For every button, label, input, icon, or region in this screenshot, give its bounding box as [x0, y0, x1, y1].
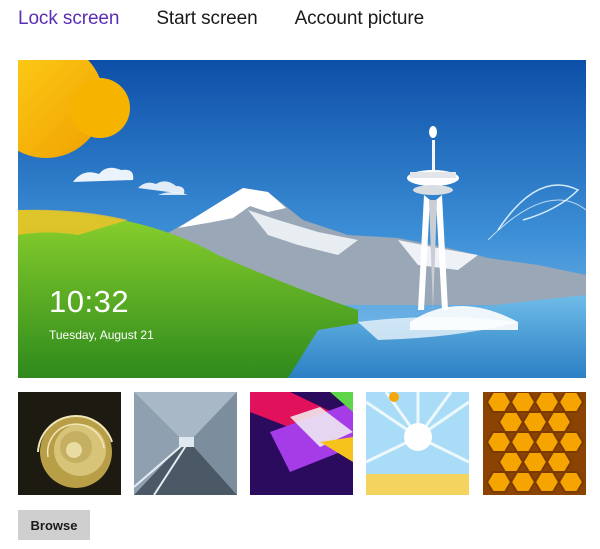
browse-button[interactable]: Browse [18, 510, 90, 540]
thumbnail-geometric-ribbons[interactable] [250, 392, 353, 495]
thumbnail-train-tunnel[interactable] [134, 392, 237, 495]
lock-screen-date: Tuesday, August 21 [49, 328, 154, 342]
thumbnail-sunburst-sky[interactable] [366, 392, 469, 495]
tab-start-screen[interactable]: Start screen [156, 8, 257, 30]
thumbnail-honeycomb[interactable] [483, 392, 586, 495]
lock-screen-preview: 10:32 Tuesday, August 21 [18, 60, 586, 378]
personalize-page: Lock screen Start screen Account picture [0, 0, 600, 549]
wallpaper-thumbnails [18, 392, 586, 495]
tab-account-picture[interactable]: Account picture [295, 8, 425, 30]
lock-screen-time: 10:32 [49, 284, 130, 319]
thumbnail-nautilus-shell[interactable] [18, 392, 121, 495]
tab-lock-screen[interactable]: Lock screen [18, 8, 119, 30]
tab-bar: Lock screen Start screen Account picture [18, 8, 424, 34]
